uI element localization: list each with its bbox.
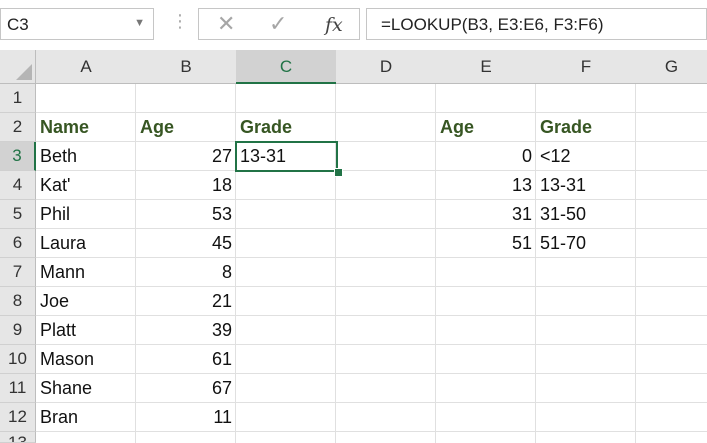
row-header-5[interactable]: 5 (0, 200, 36, 229)
cell-b2[interactable]: Age (136, 113, 236, 142)
cell-f6[interactable]: 51-70 (536, 229, 636, 258)
cell-a2[interactable]: Name (36, 113, 136, 142)
row-header-8[interactable]: 8 (0, 287, 36, 316)
row-header-6[interactable]: 6 (0, 229, 36, 258)
row-header-4[interactable]: 4 (0, 171, 36, 200)
row-header-11[interactable]: 11 (0, 374, 36, 403)
select-all-button[interactable] (0, 50, 36, 84)
cell-a10[interactable]: Mason (36, 345, 136, 374)
row-header-12[interactable]: 12 (0, 403, 36, 432)
name-box[interactable]: C3 ▼ (0, 8, 154, 40)
cell-e2[interactable]: Age (436, 113, 536, 142)
cell-b7[interactable]: 8 (136, 258, 236, 287)
column-header-g[interactable]: G (636, 50, 707, 84)
column-header-e[interactable]: E (436, 50, 537, 84)
column-header-b[interactable]: B (136, 50, 237, 84)
cell-b9[interactable]: 39 (136, 316, 236, 345)
cell-b6[interactable]: 45 (136, 229, 236, 258)
cell-e6[interactable]: 51 (436, 229, 536, 258)
cell-a5[interactable]: Phil (36, 200, 136, 229)
cell-f2[interactable]: Grade (536, 113, 636, 142)
cancel-icon[interactable]: ✕ (217, 11, 235, 37)
row-header-2[interactable]: 2 (0, 113, 36, 142)
row-header-13[interactable]: 13 (0, 432, 36, 443)
row-header-7[interactable]: 7 (0, 258, 36, 287)
cell-b5[interactable]: 53 (136, 200, 236, 229)
more-icon[interactable]: ⋮ (171, 11, 189, 31)
cell-f3[interactable]: <12 (536, 142, 636, 171)
name-box-value: C3 (7, 15, 29, 34)
cell-a8[interactable]: Joe (36, 287, 136, 316)
cell-a3[interactable]: Beth (36, 142, 136, 171)
row-header-9[interactable]: 9 (0, 316, 36, 345)
fill-handle[interactable] (334, 168, 343, 177)
row-header-1[interactable]: 1 (0, 84, 36, 113)
cell-e3[interactable]: 0 (436, 142, 536, 171)
spreadsheet-grid: A B C D E F G 1 2 3 4 5 6 7 8 9 10 11 12… (0, 50, 707, 443)
cell-f5[interactable]: 31-50 (536, 200, 636, 229)
column-header-a[interactable]: A (36, 50, 137, 84)
cell-c2[interactable]: Grade (236, 113, 336, 142)
enter-icon[interactable]: ✓ (269, 11, 287, 37)
cell-f4[interactable]: 13-31 (536, 171, 636, 200)
cell-e4[interactable]: 13 (436, 171, 536, 200)
cell-b11[interactable]: 67 (136, 374, 236, 403)
cell-a9[interactable]: Platt (36, 316, 136, 345)
formula-buttons: ✕ ✓ fx (198, 8, 360, 40)
cell-a11[interactable]: Shane (36, 374, 136, 403)
cell-a6[interactable]: Laura (36, 229, 136, 258)
chevron-down-icon[interactable]: ▼ (134, 17, 145, 29)
column-header-d[interactable]: D (336, 50, 437, 84)
formula-bar: C3 ▼ ⋮ ✕ ✓ fx =LOOKUP(B3, E3:E6, F3:F6) (0, 0, 707, 50)
cell-a12[interactable]: Bran (36, 403, 136, 432)
cell-b12[interactable]: 11 (136, 403, 236, 432)
column-header-f[interactable]: F (536, 50, 637, 84)
cell-b4[interactable]: 18 (136, 171, 236, 200)
insert-function-icon[interactable]: fx (325, 12, 343, 38)
row-header-3[interactable]: 3 (0, 142, 36, 171)
cell-area[interactable]: Name Age Grade Age Grade Beth Kat' Phil … (36, 84, 707, 443)
cell-b8[interactable]: 21 (136, 287, 236, 316)
cell-a7[interactable]: Mann (36, 258, 136, 287)
active-cell-border (235, 141, 338, 172)
cell-b3[interactable]: 27 (136, 142, 236, 171)
formula-text: =LOOKUP(B3, E3:E6, F3:F6) (381, 15, 604, 34)
column-header-c[interactable]: C (236, 50, 337, 84)
cell-e5[interactable]: 31 (436, 200, 536, 229)
cell-a4[interactable]: Kat' (36, 171, 136, 200)
row-header-10[interactable]: 10 (0, 345, 36, 374)
formula-input[interactable]: =LOOKUP(B3, E3:E6, F3:F6) (366, 8, 707, 40)
cell-b10[interactable]: 61 (136, 345, 236, 374)
